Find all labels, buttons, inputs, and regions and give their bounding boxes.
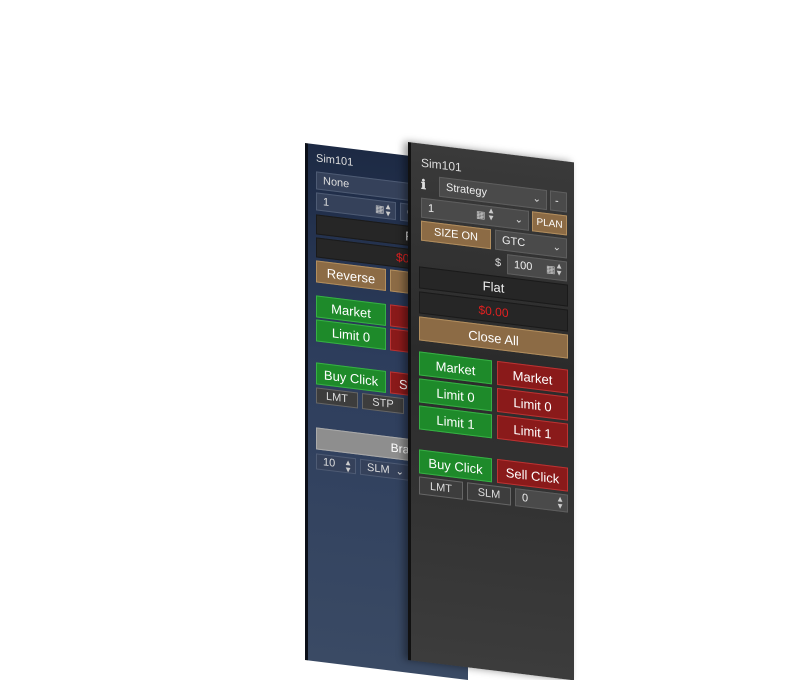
reverse-button[interactable]: Reverse [316, 260, 386, 291]
lmt-button[interactable]: LMT [316, 387, 358, 409]
chevron-down-icon: ⌄ [532, 192, 541, 205]
plan-button[interactable]: PLAN [532, 211, 567, 236]
quantity-spinner-box[interactable]: ▦ ▲ ▼ [476, 204, 498, 227]
calculator-icon[interactable]: ▦ [546, 263, 555, 275]
bracket-type-value: SLM [367, 461, 390, 477]
chevron-down-icon: ⌄ [395, 465, 404, 478]
offset-input[interactable]: 0 ▲ ▼ [515, 488, 568, 513]
amount-value: 100 [514, 259, 533, 274]
amount-spinner[interactable]: ▲ ▼ [555, 261, 563, 278]
limit1-buy-button[interactable]: Limit 1 [419, 405, 492, 439]
chevron-down-icon: ⌄ [552, 241, 561, 254]
info-icon[interactable]: ℹ [421, 175, 437, 197]
quantity-spinner[interactable]: ▲ ▼ [487, 206, 495, 223]
bracket-qty-spinner[interactable]: ▲ ▼ [344, 458, 352, 475]
dollar-label: $ [495, 256, 502, 270]
calculator-icon[interactable]: ▦ [375, 203, 384, 215]
calculator-icon[interactable]: ▦ [476, 209, 485, 221]
bracket-qty-value: 10 [323, 456, 336, 470]
offset-value: 0 [522, 491, 529, 505]
bracket-type-select[interactable]: SLM ⌄ [360, 458, 410, 481]
quantity-value: 1 [428, 202, 435, 216]
offset-spinner[interactable]: ▲ ▼ [556, 494, 564, 511]
limit1-sell-button[interactable]: Limit 1 [497, 414, 568, 448]
quantity-spinner[interactable]: ▲ ▼ [384, 202, 392, 219]
lmt-button[interactable]: LMT [419, 476, 463, 500]
minus-button[interactable]: - [550, 190, 567, 213]
slm-button[interactable]: SLM [467, 482, 511, 506]
quantity-value: 1 [323, 196, 330, 209]
front-order-panel: Sim101 ℹ Strategy ⌄ - 1 ⌄ PLAN ▦ ▲ ▼ SIZE… [408, 142, 574, 680]
chevron-down-icon: ⌄ [514, 213, 523, 226]
strategy-value: Strategy [446, 181, 487, 199]
tif-value: GTC [502, 234, 526, 250]
stp-button[interactable]: STP [362, 392, 404, 415]
bracket-qty-input[interactable]: 10 ▲ ▼ [316, 453, 356, 475]
